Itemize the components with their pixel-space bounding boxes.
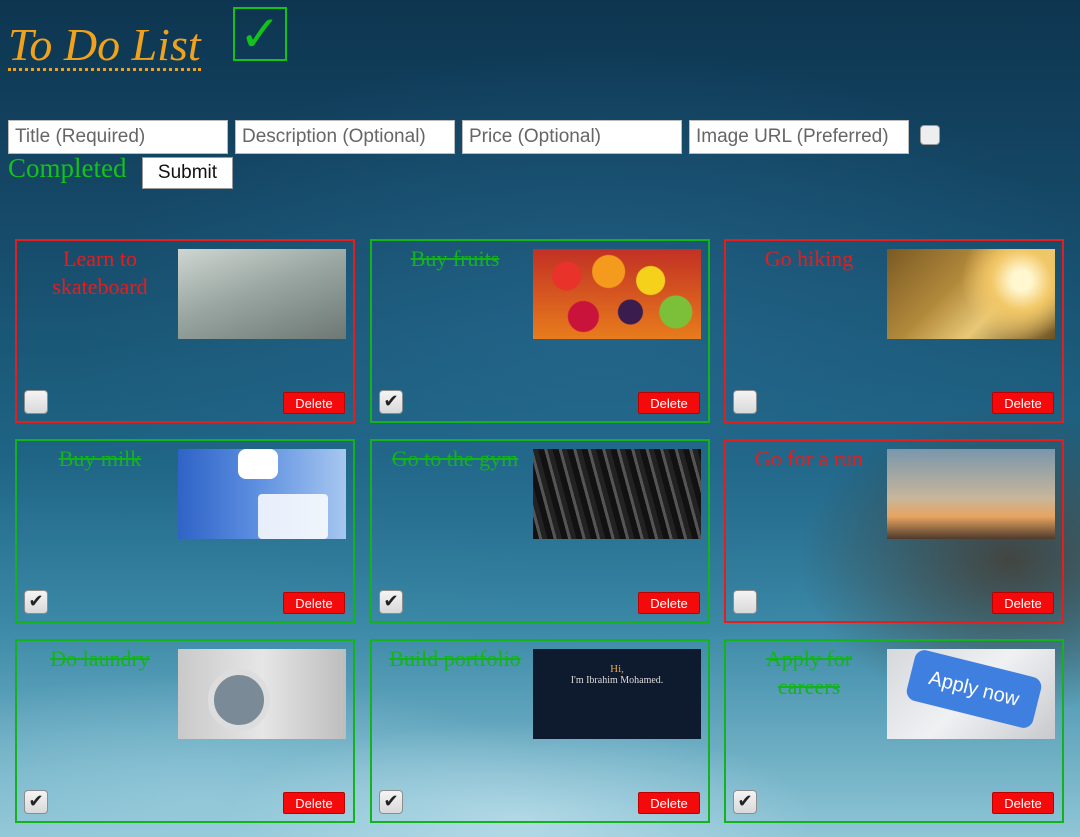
- apply-now-key: Apply now: [904, 649, 1044, 730]
- portfolio-greeting: Hi,: [610, 663, 624, 675]
- delete-button[interactable]: Delete: [283, 792, 345, 814]
- checkmark-icon: ✓: [233, 7, 287, 61]
- running-image: [887, 449, 1055, 539]
- todo-checkbox[interactable]: [733, 390, 757, 414]
- todo-title: Buy milk: [58, 446, 142, 471]
- delete-button[interactable]: Delete: [992, 592, 1054, 614]
- todo-checkbox[interactable]: ✔: [379, 390, 403, 414]
- todo-title: Do laundry: [50, 646, 150, 671]
- todo-title: Go for a run: [754, 446, 864, 471]
- title-input[interactable]: [8, 120, 228, 154]
- todo-checkbox[interactable]: ✔: [379, 790, 403, 814]
- todo-card: Go for a run Delete: [724, 439, 1064, 623]
- delete-button[interactable]: Delete: [638, 592, 700, 614]
- todo-card: Build portfolio Hi, I'm Ibrahim Mohamed.…: [370, 639, 710, 823]
- todo-title: Go to the gym: [391, 446, 519, 471]
- milk-image: [178, 449, 346, 539]
- price-input[interactable]: [462, 120, 682, 154]
- todo-card: Do laundry ✔ Delete: [15, 639, 355, 823]
- todo-card: Apply for careers Apply now ✔ Delete: [724, 639, 1064, 823]
- fruits-image: [533, 249, 701, 339]
- todo-title: Build portfolio: [389, 646, 521, 671]
- todo-checkbox[interactable]: ✔: [733, 790, 757, 814]
- delete-button[interactable]: Delete: [992, 792, 1054, 814]
- gym-image: [533, 449, 701, 539]
- completed-label: Completed: [8, 153, 127, 183]
- todo-title: Apply for careers: [765, 646, 853, 699]
- todo-checkbox[interactable]: ✔: [379, 590, 403, 614]
- todo-card: Learn to skateboard Delete: [15, 239, 355, 423]
- delete-button[interactable]: Delete: [638, 792, 700, 814]
- todo-card: Go to the gym ✔ Delete: [370, 439, 710, 623]
- todo-checkbox[interactable]: ✔: [24, 590, 48, 614]
- todo-title: Buy fruits: [410, 246, 500, 271]
- image-url-input[interactable]: [689, 120, 909, 154]
- description-input[interactable]: [235, 120, 455, 154]
- portfolio-name: I'm Ibrahim Mohamed.: [570, 675, 664, 686]
- apply-now-image: Apply now: [887, 649, 1055, 739]
- todo-card: Buy milk ✔ Delete: [15, 439, 355, 623]
- portfolio-screenshot-image: Hi, I'm Ibrahim Mohamed.: [533, 649, 701, 739]
- hiking-image: [887, 249, 1055, 339]
- delete-button[interactable]: Delete: [283, 592, 345, 614]
- laundry-image: [178, 649, 346, 739]
- todo-card: Go hiking Delete: [724, 239, 1064, 423]
- todo-title: Go hiking: [764, 246, 854, 271]
- app-title: To Do List: [8, 19, 201, 71]
- delete-button[interactable]: Delete: [992, 392, 1054, 414]
- submit-button[interactable]: Submit: [142, 157, 233, 189]
- todo-checkbox[interactable]: [733, 590, 757, 614]
- completed-checkbox[interactable]: [920, 125, 940, 145]
- todo-title: Learn to skateboard: [52, 246, 148, 299]
- delete-button[interactable]: Delete: [638, 392, 700, 414]
- todo-card: Buy fruits ✔ Delete: [370, 239, 710, 423]
- todo-checkbox[interactable]: [24, 390, 48, 414]
- todo-checkbox[interactable]: ✔: [24, 790, 48, 814]
- delete-button[interactable]: Delete: [283, 392, 345, 414]
- skateboard-image: [178, 249, 346, 339]
